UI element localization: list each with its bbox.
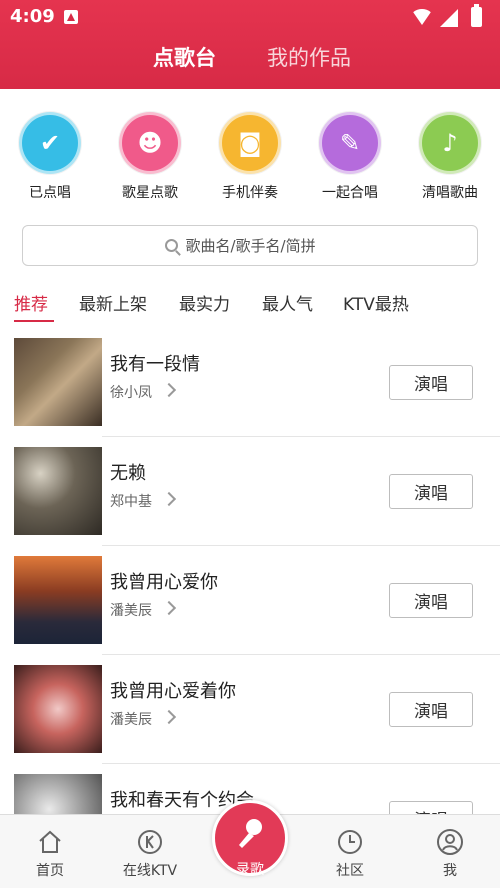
active-tab-indicator bbox=[14, 320, 54, 322]
nav-label: 录歌 bbox=[236, 862, 264, 878]
status-bar: 4:09 bbox=[0, 0, 500, 34]
home-icon bbox=[36, 828, 64, 856]
signal-icon bbox=[440, 9, 458, 27]
song-title: 我曾用心爱你 bbox=[110, 572, 218, 593]
chevron-right-icon bbox=[161, 709, 177, 725]
tab-new[interactable]: 最新上架 bbox=[79, 290, 147, 315]
feature-label: 清唱歌曲 bbox=[422, 185, 478, 201]
feature-chorus[interactable]: ✎ 一起合唱 bbox=[300, 108, 400, 202]
nav-home[interactable]: 首页 bbox=[0, 815, 100, 888]
nav-label: 我 bbox=[443, 863, 457, 879]
wifi-icon bbox=[411, 9, 433, 25]
chevron-right-icon bbox=[161, 491, 177, 507]
album-cover bbox=[14, 447, 102, 535]
nav-community[interactable]: 社区 bbox=[300, 815, 400, 888]
album-cover bbox=[14, 556, 102, 644]
nav-label: 社区 bbox=[336, 863, 364, 879]
tab-popular[interactable]: 最人气 bbox=[262, 290, 313, 315]
tab-my-works[interactable]: 我的作品 bbox=[267, 42, 351, 72]
song-title: 无赖 bbox=[110, 463, 146, 484]
nav-online-ktv[interactable]: 在线KTV bbox=[100, 815, 200, 888]
feature-label: 已点唱 bbox=[29, 185, 71, 201]
clock-icon bbox=[336, 828, 364, 856]
notification-icon bbox=[64, 10, 78, 24]
song-row[interactable]: 我曾用心爱你 潘美辰 演唱 bbox=[0, 546, 500, 655]
search-icon bbox=[164, 239, 178, 252]
song-title: 我曾用心爱着你 bbox=[110, 681, 236, 702]
status-time: 4:09 bbox=[10, 6, 55, 27]
song-row[interactable]: 我曾用心爱着你 潘美辰 演唱 bbox=[0, 655, 500, 764]
chevron-right-icon bbox=[161, 600, 177, 616]
tab-recommend[interactable]: 推荐 bbox=[14, 290, 48, 315]
song-title: 我有一段情 bbox=[110, 354, 200, 375]
chevron-right-icon bbox=[161, 382, 177, 398]
song-artist[interactable]: 徐小凤 bbox=[110, 382, 152, 402]
tab-ktv-hot[interactable]: KTV最热 bbox=[343, 290, 409, 315]
song-artist[interactable]: 潘美辰 bbox=[110, 600, 152, 620]
song-artist[interactable]: 郑中基 bbox=[110, 491, 152, 511]
user-icon bbox=[436, 828, 464, 856]
album-cover bbox=[14, 665, 102, 753]
speaker-icon: ◙ bbox=[219, 112, 281, 174]
top-tabs: 点歌台 我的作品 bbox=[0, 42, 500, 82]
tab-strength[interactable]: 最实力 bbox=[179, 290, 230, 315]
feature-label: 歌星点歌 bbox=[122, 185, 178, 201]
microphone-icon bbox=[239, 819, 262, 848]
record-button[interactable]: 录歌 bbox=[212, 800, 288, 878]
feature-acapella[interactable]: ♪ 清唱歌曲 bbox=[400, 108, 500, 202]
category-tabs: 推荐 最新上架 最实力 最人气 KTV最热 bbox=[0, 286, 500, 324]
feature-label: 手机伴奏 bbox=[222, 185, 278, 201]
feature-sung[interactable]: ✔ 已点唱 bbox=[0, 108, 100, 202]
app-header: 4:09 点歌台 我的作品 bbox=[0, 0, 500, 89]
sing-button[interactable]: 演唱 bbox=[389, 692, 473, 727]
sing-button[interactable]: 演唱 bbox=[389, 474, 473, 509]
song-row[interactable]: 无赖 郑中基 演唱 bbox=[0, 437, 500, 546]
song-row[interactable]: 我有一段情 徐小凤 演唱 bbox=[0, 328, 500, 437]
sing-button[interactable]: 演唱 bbox=[389, 583, 473, 618]
song-artist[interactable]: 潘美辰 bbox=[110, 709, 152, 729]
sing-button[interactable]: 演唱 bbox=[389, 365, 473, 400]
tab-song-request[interactable]: 点歌台 bbox=[153, 42, 216, 72]
nav-label: 首页 bbox=[36, 863, 64, 879]
feature-label: 一起合唱 bbox=[322, 185, 378, 201]
feature-singer[interactable]: ☻ 歌星点歌 bbox=[100, 108, 200, 202]
nav-me[interactable]: 我 bbox=[400, 815, 500, 888]
nav-label: 在线KTV bbox=[122, 863, 178, 879]
ktv-icon bbox=[136, 828, 164, 856]
check-icon: ✔ bbox=[19, 112, 81, 174]
singer-icon: ☻ bbox=[119, 112, 181, 174]
album-cover bbox=[14, 338, 102, 426]
feature-accompaniment[interactable]: ◙ 手机伴奏 bbox=[200, 108, 300, 202]
search-bar[interactable] bbox=[22, 225, 478, 266]
mic-icon: ✎ bbox=[319, 112, 381, 174]
battery-icon bbox=[471, 4, 482, 27]
search-input[interactable] bbox=[185, 236, 336, 255]
music-note-icon: ♪ bbox=[419, 112, 481, 174]
